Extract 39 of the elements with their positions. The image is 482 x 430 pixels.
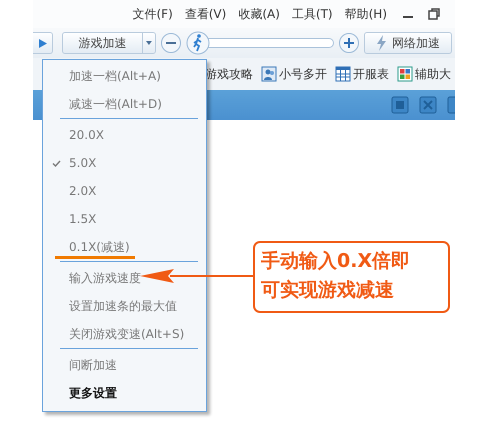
menu-option[interactable]: 更多设置	[69, 384, 117, 402]
menu-option[interactable]: 加速一档(Alt+A)	[69, 68, 161, 84]
menu-option[interactable]: 减速一档(Alt+D)	[69, 96, 162, 112]
restore-icon[interactable]	[427, 7, 441, 21]
play-icon	[38, 38, 46, 48]
runner-icon[interactable]	[186, 31, 210, 55]
table-icon	[335, 66, 351, 82]
users-icon	[261, 66, 277, 82]
minus-icon	[166, 42, 176, 44]
minus-button[interactable]	[161, 33, 181, 53]
network-boost-button[interactable]: 网络加速	[364, 32, 452, 54]
annotation-text: 手动输入0.X倍即	[261, 249, 412, 274]
menu-item[interactable]: 收藏(A)	[238, 6, 280, 22]
plus-icon	[344, 38, 354, 48]
toolbar-link[interactable]: 辅助大	[415, 66, 451, 82]
menu-option[interactable]: 设置加速条的最大值	[69, 298, 177, 314]
menu-item[interactable]: 查看(V)	[184, 6, 226, 22]
plus-button[interactable]	[339, 33, 359, 53]
menu-option[interactable]: 输入游戏速度	[69, 270, 141, 286]
toolbar-link[interactable]: 开服表	[353, 66, 389, 82]
fullscreen-icon[interactable]	[391, 96, 409, 114]
menu-option[interactable]: 2.0X	[69, 184, 96, 198]
menu-option[interactable]: 0.1X(减速)	[69, 238, 130, 256]
close-icon[interactable]	[419, 96, 437, 114]
play-button[interactable]	[33, 32, 53, 54]
menu-item[interactable]: 帮助(H)	[344, 6, 387, 22]
menu-option[interactable]: 1.5X	[69, 212, 96, 226]
toolbar-link[interactable]: 小号多开	[279, 66, 327, 82]
mode-dropdown[interactable]: 游戏加速	[62, 32, 156, 54]
menu-option[interactable]: 20.0X	[69, 128, 104, 142]
menu-item[interactable]: 工具(T)	[292, 6, 333, 22]
menu-item[interactable]: 文件(F)	[132, 6, 173, 22]
lightning-icon	[376, 35, 386, 51]
tiles-icon	[397, 66, 413, 82]
menu-option[interactable]: 5.0X	[69, 156, 96, 170]
menu-option[interactable]: 关闭游戏变速(Alt+S)	[69, 326, 184, 342]
annotation-text: 可实现游戏减速	[261, 278, 395, 303]
speed-slider[interactable]	[186, 31, 334, 55]
menu-option[interactable]: 间断加速	[69, 356, 117, 374]
